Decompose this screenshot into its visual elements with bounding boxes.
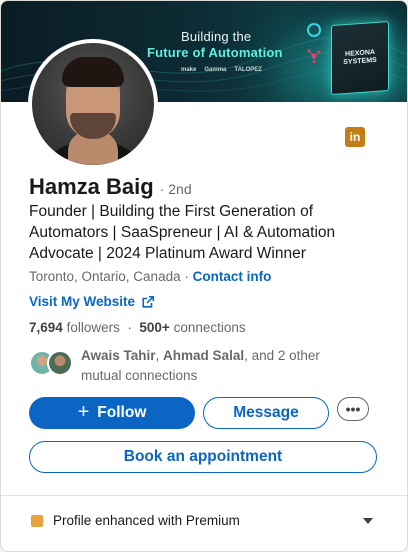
network-stats: 7,694 followers · 500+ connections bbox=[29, 320, 246, 335]
avatar bbox=[47, 350, 73, 376]
banner-cycle-icon bbox=[307, 23, 321, 37]
external-link-icon bbox=[142, 295, 155, 308]
banner-product-box: HEXONA SYSTEMS bbox=[331, 20, 389, 96]
more-actions-button[interactable]: ••• bbox=[337, 397, 369, 421]
contact-info-link[interactable]: Contact info bbox=[193, 269, 272, 284]
avatar-photo bbox=[32, 43, 154, 165]
banner-title-line1: Building the bbox=[181, 29, 252, 44]
chevron-down-icon[interactable] bbox=[363, 518, 373, 524]
mutual-name-1: Awais Tahir bbox=[81, 348, 156, 363]
premium-icon bbox=[31, 514, 43, 527]
follow-button[interactable]: + Follow bbox=[29, 397, 195, 429]
website-label: Visit My Website bbox=[29, 294, 136, 309]
mutual-avatars bbox=[29, 350, 77, 378]
message-button[interactable]: Message bbox=[203, 397, 329, 429]
profile-avatar[interactable] bbox=[28, 39, 158, 169]
followers-count: 7,694 bbox=[29, 320, 63, 335]
profile-location: Toronto, Ontario, Canada bbox=[29, 269, 181, 284]
sponsor-talopez: TALOPEZ bbox=[234, 67, 262, 73]
message-label: Message bbox=[233, 404, 299, 421]
connections-count[interactable]: 500+ bbox=[139, 320, 169, 335]
profile-name: Hamza Baig bbox=[29, 174, 154, 199]
mutual-connections[interactable]: Awais Tahir, Ahmad Salal, and 2 other mu… bbox=[29, 346, 369, 386]
follow-label: Follow bbox=[97, 404, 147, 421]
linkedin-company-icon[interactable]: in bbox=[345, 127, 365, 147]
location-row: Toronto, Ontario, Canada · Contact info bbox=[29, 269, 271, 284]
followers-label: followers bbox=[66, 320, 120, 335]
premium-row[interactable]: Profile enhanced with Premium bbox=[31, 513, 240, 528]
banner-title-line2: Future of Automation bbox=[147, 45, 283, 60]
divider bbox=[1, 495, 407, 496]
book-appointment-button[interactable]: Book an appointment bbox=[29, 441, 377, 473]
banner-sponsors: make Gamma TALOPEZ bbox=[181, 67, 262, 73]
sponsor-gamma: Gamma bbox=[204, 67, 227, 73]
location-separator: · bbox=[184, 269, 189, 284]
name-row: Hamza Baig · 2nd bbox=[29, 174, 192, 200]
connections-label[interactable]: connections bbox=[174, 320, 246, 335]
mutual-connections-text: Awais Tahir, Ahmad Salal, and 2 other mu… bbox=[81, 348, 320, 383]
mutual-name-2: Ahmad Salal bbox=[163, 348, 245, 363]
sponsor-make: make bbox=[181, 67, 197, 73]
website-link[interactable]: Visit My Website bbox=[29, 294, 155, 309]
premium-label: Profile enhanced with Premium bbox=[53, 513, 240, 528]
profile-headline: Founder | Building the First Generation … bbox=[29, 203, 336, 262]
connection-degree: · 2nd bbox=[159, 181, 192, 197]
plus-icon: + bbox=[77, 401, 90, 423]
banner-network-icon bbox=[307, 49, 321, 63]
profile-card: Building the Future of Automation make G… bbox=[0, 0, 408, 552]
more-icon: ••• bbox=[345, 401, 361, 417]
book-label: Book an appointment bbox=[123, 448, 283, 465]
